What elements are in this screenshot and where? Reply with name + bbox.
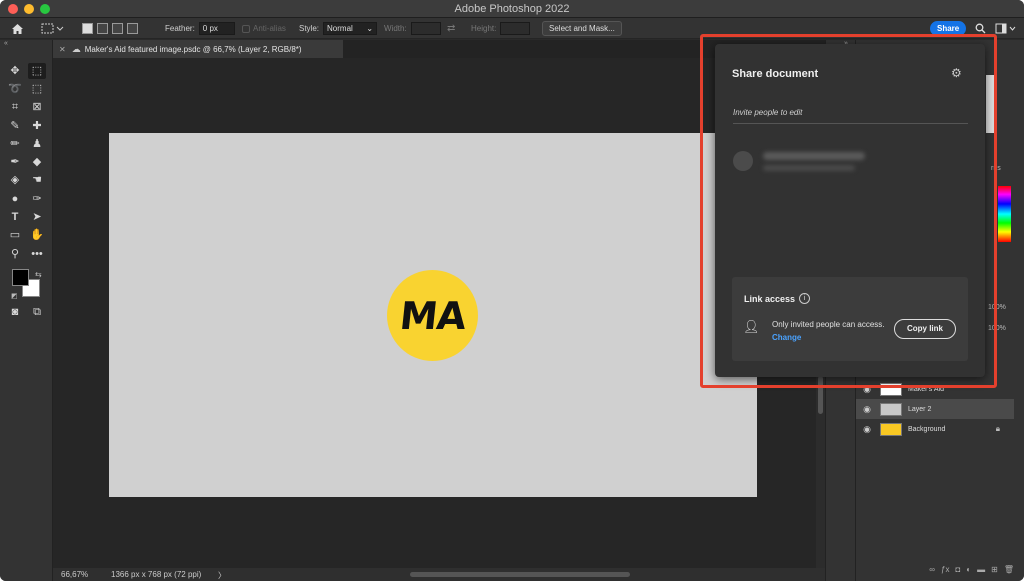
- layer-row[interactable]: ◉ Background 🔒︎: [856, 419, 1014, 439]
- layer-row[interactable]: ◉ Layer 2: [856, 399, 1014, 419]
- document-canvas[interactable]: MA: [109, 133, 757, 497]
- layer-name: Layer 2: [908, 405, 932, 413]
- swap-dimensions-icon[interactable]: ⇄: [447, 20, 455, 37]
- layer-thumbnail: [880, 422, 902, 436]
- selection-mode-group: [82, 20, 142, 37]
- eye-icon[interactable]: ◉: [860, 404, 874, 415]
- color-spectrum[interactable]: [998, 186, 1011, 242]
- eraser-tool-icon[interactable]: ◆: [28, 154, 46, 170]
- home-icon[interactable]: [11, 20, 24, 37]
- layer-thumbnail: [880, 402, 902, 416]
- smudge-tool-icon[interactable]: ☚: [28, 172, 46, 188]
- anti-alias-checkbox[interactable]: [242, 24, 250, 33]
- status-expand-icon[interactable]: 〉: [218, 570, 226, 581]
- select-and-mask-button[interactable]: Select and Mask...: [542, 21, 622, 36]
- new-group-icon[interactable]: ▬: [977, 565, 985, 579]
- subtract-selection-icon[interactable]: [112, 23, 123, 34]
- feather-label: Feather:: [165, 24, 195, 33]
- document-tab[interactable]: ✕ ☁ Maker's Aid featured image.psdc @ 66…: [53, 40, 343, 58]
- adjustment-layer-icon[interactable]: ◐: [966, 565, 971, 579]
- path-selection-tool-icon[interactable]: ➤: [28, 209, 46, 225]
- link-layers-icon[interactable]: ∞: [929, 565, 935, 579]
- hand-tool-icon[interactable]: ✋: [28, 227, 46, 243]
- delete-layer-icon[interactable]: 🗑︎: [1004, 565, 1014, 579]
- width-input[interactable]: [410, 22, 441, 35]
- zoom-tool-icon[interactable]: ⚲: [6, 246, 24, 262]
- anti-alias-label: Anti-alias: [253, 24, 286, 33]
- new-selection-icon[interactable]: [82, 23, 93, 34]
- move-tool-icon[interactable]: ✥: [6, 63, 24, 79]
- cloud-document-icon: ☁: [71, 43, 81, 54]
- logo-text: MA: [397, 293, 468, 338]
- close-tab-icon[interactable]: ✕: [59, 45, 66, 54]
- document-tab-label: Maker's Aid featured image.psdc @ 66,7% …: [84, 44, 302, 54]
- photoshop-window: Adobe Photoshop 2022 Feather: 0 px Anti-…: [0, 0, 1024, 581]
- feather-input[interactable]: 0 px: [198, 22, 235, 35]
- default-colors-icon[interactable]: ◩: [11, 292, 18, 300]
- foreground-color-swatch[interactable]: [12, 269, 29, 286]
- object-selection-tool-icon[interactable]: ⬚: [28, 81, 46, 97]
- horizontal-scroll-thumb[interactable]: [410, 572, 630, 577]
- eyedropper-tool-icon[interactable]: ✎: [6, 118, 24, 134]
- type-tool-icon[interactable]: T: [6, 209, 24, 225]
- lock-icon[interactable]: 🔒︎: [996, 424, 1000, 434]
- eye-icon[interactable]: ◉: [860, 424, 874, 435]
- height-input[interactable]: [500, 22, 531, 35]
- paint-bucket-tool-icon[interactable]: ◈: [6, 172, 24, 188]
- status-bar: 66,67% 1366 px x 768 px (72 ppi) 〉: [53, 568, 825, 581]
- collapse-toolbar-icon[interactable]: «: [4, 40, 8, 47]
- rectangle-tool-icon[interactable]: ▭: [6, 227, 24, 243]
- new-layer-icon[interactable]: ⊞: [991, 565, 998, 579]
- frame-tool-icon[interactable]: ⊠: [28, 99, 46, 115]
- more-tools-icon[interactable]: •••: [28, 246, 46, 262]
- workspace-icon[interactable]: [995, 20, 1017, 37]
- document-dimensions: 1366 px x 768 px (72 ppi): [111, 570, 202, 579]
- style-value: Normal: [327, 24, 353, 33]
- lasso-tool-icon[interactable]: ➰: [6, 81, 24, 97]
- intersect-selection-icon[interactable]: [127, 23, 138, 34]
- layers-footer: ∞ ƒx ◘ ◐ ▬ ⊞ 🗑︎: [856, 565, 1024, 579]
- screen-mode-icon[interactable]: ⧉: [28, 304, 46, 320]
- history-brush-tool-icon[interactable]: ✒: [6, 154, 24, 170]
- layer-name: Background: [908, 425, 946, 433]
- style-select[interactable]: Normal ⌄: [323, 22, 378, 35]
- style-label: Style:: [299, 24, 320, 33]
- dodge-tool-icon[interactable]: ●: [6, 191, 24, 207]
- width-label: Width:: [384, 24, 407, 33]
- zoom-level[interactable]: 66,67%: [61, 570, 88, 579]
- brush-tool-icon[interactable]: ✏: [6, 136, 24, 152]
- healing-brush-tool-icon[interactable]: ✚: [28, 118, 46, 134]
- marquee-preset-icon[interactable]: [41, 20, 65, 37]
- makers-aid-logo: MA: [387, 270, 478, 361]
- add-selection-icon[interactable]: [97, 23, 108, 34]
- title-bar: Adobe Photoshop 2022: [0, 0, 1024, 18]
- highlight-annotation-box: [700, 34, 997, 388]
- window-title: Adobe Photoshop 2022: [454, 3, 570, 15]
- rectangular-marquee-tool-icon[interactable]: ⬚: [28, 63, 46, 79]
- clone-stamp-tool-icon[interactable]: ♟: [28, 136, 46, 152]
- crop-tool-icon[interactable]: ⌗: [6, 99, 24, 115]
- layer-style-icon[interactable]: ƒx: [941, 565, 949, 579]
- swap-colors-icon[interactable]: ⇆: [35, 270, 42, 279]
- quick-mask-icon[interactable]: ◙: [6, 304, 24, 320]
- height-label: Height:: [471, 24, 497, 33]
- pen-tool-icon[interactable]: ✑: [28, 191, 46, 207]
- chevron-down-icon: ⌄: [366, 24, 374, 33]
- add-mask-icon[interactable]: ◘: [955, 565, 960, 579]
